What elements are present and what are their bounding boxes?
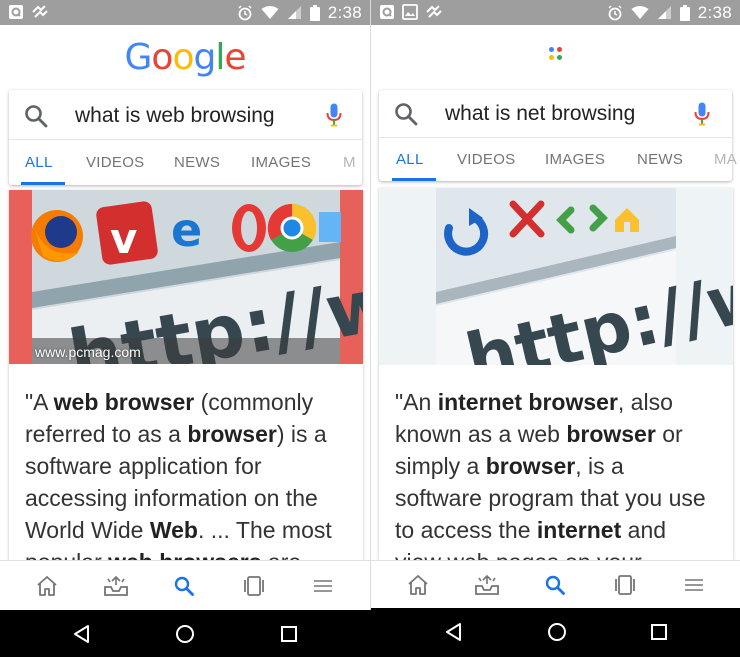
- left-screenshot: 2:38 Google what is web browsing ALL VID…: [0, 0, 370, 657]
- bottom-navigation: [371, 560, 740, 608]
- accessibility-icon: [32, 5, 48, 18]
- status-bar: 2:38: [0, 0, 370, 25]
- tab-news[interactable]: NEWS: [174, 154, 220, 171]
- tab-all[interactable]: ALL: [396, 151, 424, 168]
- search-card: what is net browsing ALL VIDEOS IMAGES N…: [379, 90, 737, 181]
- snippet-bold-term: web browser: [53, 389, 195, 415]
- result-image[interactable]: http://ww: [379, 188, 733, 401]
- app-notification-icon: [9, 5, 23, 19]
- browser-logos-image: v e http://ww: [9, 190, 363, 402]
- menu-icon[interactable]: [312, 575, 334, 597]
- tab-images[interactable]: IMAGES: [545, 151, 605, 168]
- logo-letter: G: [124, 37, 153, 78]
- recents-icon[interactable]: [649, 622, 669, 642]
- app-notification-icon: [380, 5, 394, 19]
- logo-letter: e: [224, 37, 246, 78]
- search-card: what is web browsing ALL VIDEOS NEWS IMA…: [9, 90, 362, 185]
- battery-icon: [679, 4, 690, 21]
- logo-letter: g: [193, 37, 216, 78]
- active-tab-indicator: [21, 182, 65, 185]
- snippet-bold-term: browser: [566, 421, 656, 447]
- back-icon[interactable]: [444, 622, 464, 642]
- status-time: 2:38: [327, 2, 362, 22]
- tab-more[interactable]: M: [343, 154, 356, 171]
- snippet-bold-term: browser: [187, 421, 277, 447]
- search-nav-icon[interactable]: [544, 574, 566, 596]
- search-nav-icon[interactable]: [173, 575, 195, 597]
- system-navigation-bar: [371, 608, 740, 657]
- battery-icon: [309, 4, 320, 21]
- tab-news[interactable]: NEWS: [637, 151, 683, 168]
- logo-letter: o: [151, 37, 173, 78]
- search-row[interactable]: what is web browsing: [9, 90, 362, 140]
- home-icon[interactable]: [35, 575, 59, 597]
- logo-letter: l: [215, 37, 225, 78]
- search-tabs: ALL VIDEOS NEWS IMAGES M: [9, 141, 362, 185]
- logo-area: Google: [0, 25, 370, 89]
- alarm-icon: [238, 4, 252, 20]
- featured-snippet-card[interactable]: v e http://ww www.pcmag.com "A web brows…: [9, 190, 363, 610]
- search-query[interactable]: what is web browsing: [75, 104, 275, 128]
- tab-more[interactable]: MA: [714, 151, 737, 168]
- search-tabs: ALL VIDEOS IMAGES NEWS MA: [379, 139, 737, 181]
- snippet-text: "A web browser (commonly referred to as …: [25, 386, 347, 578]
- image-source-caption: www.pcmag.com: [35, 344, 141, 360]
- accessibility-icon: [426, 5, 442, 18]
- cell-signal-icon: [657, 6, 671, 19]
- image-notification-icon: [402, 4, 418, 20]
- updates-icon[interactable]: [474, 574, 500, 596]
- home-icon[interactable]: [406, 574, 430, 596]
- tabs-icon[interactable]: [614, 574, 636, 596]
- snippet-bold-term: internet: [536, 517, 622, 543]
- menu-icon[interactable]: [683, 574, 705, 596]
- bottom-navigation: [0, 560, 370, 610]
- status-bar: 2:38: [371, 0, 740, 25]
- back-icon[interactable]: [72, 624, 92, 644]
- result-image[interactable]: v e http://ww www.pcmag.com: [9, 190, 363, 402]
- microphone-icon[interactable]: [326, 103, 342, 127]
- featured-snippet-card[interactable]: http://ww "An internet browser, also kno…: [379, 188, 733, 560]
- tab-videos[interactable]: VIDEOS: [86, 154, 144, 171]
- tab-all[interactable]: ALL: [25, 154, 53, 171]
- snippet-bold-term: internet browser: [437, 389, 618, 415]
- home-button-icon[interactable]: [547, 622, 567, 642]
- status-time: 2:38: [697, 2, 732, 22]
- snippet-bold-term: browser: [485, 453, 576, 479]
- updates-icon[interactable]: [103, 575, 129, 597]
- tab-images[interactable]: IMAGES: [251, 154, 311, 171]
- snippet-run: "An: [395, 389, 438, 415]
- cell-signal-icon: [287, 6, 301, 19]
- microphone-icon[interactable]: [694, 102, 710, 126]
- wifi-icon: [631, 6, 649, 19]
- search-icon[interactable]: [23, 103, 49, 129]
- right-screenshot: 2:38 what is net browsing ALL VIDEOS IMA…: [371, 0, 740, 657]
- svg-text:e: e: [171, 203, 202, 257]
- logo-letter: o: [172, 37, 194, 78]
- search-query[interactable]: what is net browsing: [445, 102, 635, 126]
- snippet-bold-term: Web: [149, 517, 198, 543]
- logo-area: [371, 25, 740, 89]
- google-dots-logo[interactable]: [548, 47, 563, 61]
- wifi-icon: [261, 6, 279, 19]
- google-logo[interactable]: Google: [0, 37, 370, 78]
- home-button-icon[interactable]: [175, 624, 195, 644]
- search-row[interactable]: what is net browsing: [379, 90, 732, 138]
- tabs-icon[interactable]: [243, 575, 265, 597]
- alarm-icon: [608, 4, 622, 20]
- search-icon[interactable]: [393, 101, 419, 127]
- recents-icon[interactable]: [279, 624, 299, 644]
- svg-text:v: v: [110, 214, 137, 263]
- system-navigation-bar: [0, 610, 370, 657]
- active-tab-indicator: [392, 178, 436, 181]
- browser-toolbar-image: http://ww: [379, 188, 733, 401]
- snippet-text: "An internet browser, also known as a we…: [395, 386, 717, 560]
- snippet-run: "A: [25, 389, 54, 415]
- tab-videos[interactable]: VIDEOS: [457, 151, 515, 168]
